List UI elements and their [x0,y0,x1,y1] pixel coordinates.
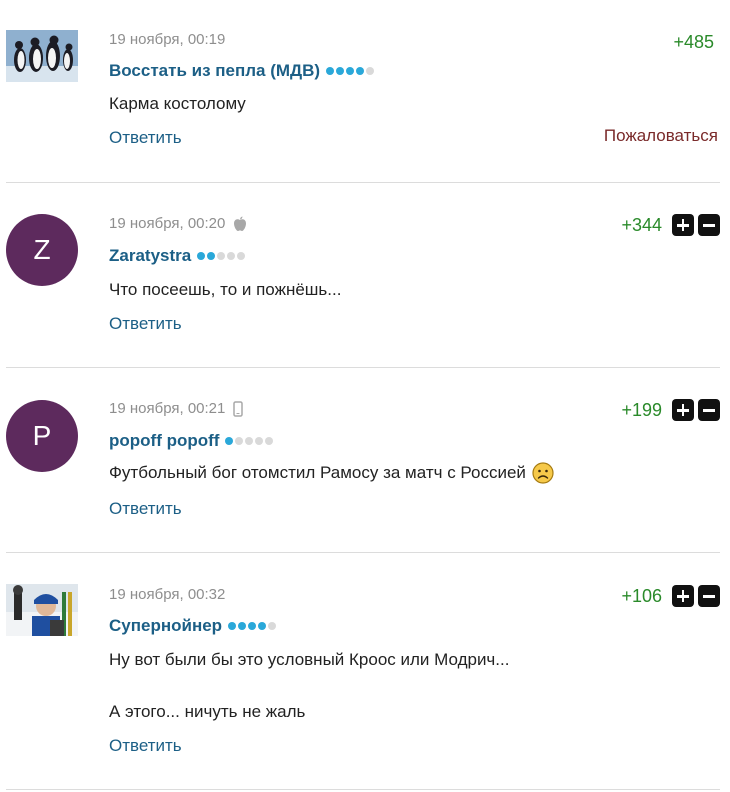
rank-dots [225,437,274,445]
comment-text: Ну вот были бы это условный Кроос или Мо… [109,650,509,670]
divider [6,367,720,368]
comment-text: А этого... ничуть не жаль [109,702,305,722]
rank-dot [237,252,246,260]
avatar[interactable]: Z [6,214,78,286]
rank-dot [265,437,274,445]
divider [6,789,720,790]
score: +199 [621,399,662,420]
author-name[interactable]: Восстать из пепла (МДВ) [109,61,375,81]
rank-dot [228,622,237,630]
rank-dot [248,622,257,630]
rank-dot [326,67,335,75]
avatar-letter: P [32,420,52,451]
comment-line: Футбольный бог отомстил Рамосу за матч с… [109,463,526,482]
rank-dot [235,437,244,445]
avatar-letter: Z [33,234,51,265]
apple-icon [234,216,247,231]
rank-dot [258,622,267,630]
avatar[interactable] [6,584,78,636]
rank-dots [228,622,277,630]
comment-line: А этого... ничуть не жаль [109,702,306,721]
rank-dot [227,252,236,260]
penguins-photo-icon [6,30,78,82]
comment-meta: 19 ноября, 00:19 [109,31,225,48]
author-label[interactable]: popoff popoff [109,431,219,451]
mobile-phone-icon [233,400,244,417]
rank-dot [207,252,216,260]
rank-dot [336,67,345,75]
comment-date: 19 ноября, 00:21 [109,400,226,417]
comment-meta: 19 ноября, 00:32 [109,586,225,603]
rank-dots [326,67,375,75]
comment-meta: 19 ноября, 00:20 [109,215,247,232]
rating: +485 [673,32,720,53]
downvote-button[interactable] [698,399,720,421]
comment-date: 19 ноября, 00:20 [109,215,226,232]
rating: +106 [621,585,720,607]
rank-dot [225,437,234,445]
comment-date: 19 ноября, 00:32 [109,586,226,603]
upvote-button[interactable] [672,399,694,421]
sad-face-icon [532,462,554,484]
rank-dot [268,622,277,630]
comment-line: Карма костоломy [109,94,246,113]
author-label[interactable]: Супернойнер [109,616,222,636]
rank-dot [356,67,365,75]
author-name[interactable]: Zaratystra [109,246,246,266]
avatar[interactable] [6,30,78,82]
rank-dot [255,437,264,445]
comment-line: Ну вот были бы это условный Кроос или Мо… [109,650,510,669]
author-label[interactable]: Восстать из пепла (МДВ) [109,61,320,81]
score: +344 [621,214,662,235]
report-button[interactable]: Пожаловаться [604,126,718,146]
reply-button[interactable]: Ответить [109,736,182,756]
comment-line: Что посеешь, то и пожнёшь... [109,280,342,299]
rank-dot [245,437,254,445]
rank-dot [346,67,355,75]
rank-dots [197,252,246,260]
reply-button[interactable]: Ответить [109,499,182,519]
comment-date: 19 ноября, 00:19 [109,31,226,48]
rank-dot [366,67,375,75]
upvote-button[interactable] [672,585,694,607]
rating: +344 [621,214,720,236]
downvote-button[interactable] [698,585,720,607]
comment-meta: 19 ноября, 00:21 [109,400,244,417]
comment-text: Что посеешь, то и пожнёшь... [109,280,341,300]
reply-button[interactable]: Ответить [109,128,182,148]
downvote-button[interactable] [698,214,720,236]
upvote-button[interactable] [672,214,694,236]
comments-list: 19 ноября, 00:19 +485 Восстать из пепла … [0,0,730,792]
rating: +199 [621,399,720,421]
rank-dot [238,622,247,630]
reply-button[interactable]: Ответить [109,314,182,334]
score: +485 [673,32,714,52]
avatar[interactable]: P [6,400,78,472]
score: +106 [621,585,662,606]
comment-text: Карма костоломy [109,94,246,114]
author-name[interactable]: Супернойнер [109,616,277,636]
divider [6,182,720,183]
rank-dot [197,252,206,260]
author-name[interactable]: popoff popoff [109,431,274,451]
divider [6,552,720,553]
rank-dot [217,252,226,260]
biathlon-photo-icon [6,584,78,636]
author-label[interactable]: Zaratystra [109,246,191,266]
comment-text: Футбольный бог отомстил Рамосу за матч с… [109,462,554,484]
